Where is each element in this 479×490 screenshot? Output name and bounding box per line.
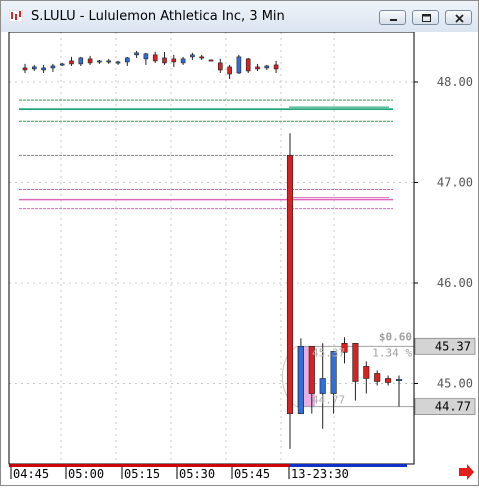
premarket-candle-body-18 [190, 54, 195, 58]
measure-high-text: 45.37 [312, 346, 345, 359]
price-label-text-1: 44.77 [435, 400, 471, 414]
measure-low-text: 44.77 [312, 394, 345, 407]
chart-window: S.LULU - Lululemon Athletica Inc, 3 Min … [0, 0, 479, 486]
measure-pct-text: 1.34 % [372, 346, 412, 359]
premarket-candle-body-22 [227, 66, 232, 75]
window-title: S.LULU - Lululemon Athletica Inc, 3 Min [31, 9, 285, 24]
premarket-candle-body-5 [69, 60, 74, 65]
premarket-candle-body-17 [180, 58, 186, 64]
time-tick-label-4: 05:45 [234, 467, 270, 481]
open-candle-body-8 [374, 373, 381, 382]
premarket-candle-body-1 [31, 66, 37, 70]
premarket-candle-body-24 [245, 58, 251, 72]
premarket-candle-body-21 [218, 62, 223, 71]
restore-button[interactable] [412, 10, 439, 25]
premarket-candle-body-13 [143, 53, 149, 60]
price-tick-label-3: 45.00 [437, 377, 473, 391]
premarket-candle-body-20 [208, 59, 214, 62]
premarket-candle-body-27 [273, 64, 279, 70]
title-bar[interactable]: S.LULU - Lululemon Athletica Inc, 3 Min [1, 1, 478, 33]
premarket-candle-body-7 [87, 58, 93, 64]
open-candle-body-7 [363, 366, 370, 379]
premarket-candle-body-6 [78, 57, 84, 65]
premarket-candle-body-2 [41, 67, 46, 71]
open-candle-body-9 [385, 378, 392, 383]
premarket-candle-body-8 [97, 60, 102, 63]
premarket-candle-body-25 [255, 66, 260, 70]
chart-app-icon [9, 10, 23, 22]
open-candle-body-10 [395, 379, 403, 381]
time-tick-label-0: 04:45 [13, 467, 49, 481]
premarket-candle-body-14 [152, 54, 158, 62]
close-icon [455, 14, 464, 23]
minimize-button[interactable] [379, 10, 406, 25]
premarket-candle-body-0 [22, 67, 28, 71]
premarket-candle-body-23 [236, 56, 242, 74]
premarket-candle-body-3 [50, 65, 56, 69]
restore-icon [422, 14, 431, 22]
premarket-candle-body-12 [134, 52, 139, 56]
open-candle-body-0 [286, 155, 294, 414]
time-tick-label-5: 13-23:30 [291, 467, 349, 481]
time-tick-label-2: 05:15 [124, 467, 160, 481]
open-candle-body-1 [297, 346, 304, 414]
open-candle-body-3 [319, 378, 326, 394]
premarket-candle-body-10 [115, 61, 121, 64]
premarket-candle-body-15 [162, 57, 167, 64]
measure-delta-text: $0.60 [379, 330, 412, 343]
price-label-text-0: 45.37 [435, 339, 471, 353]
close-button[interactable] [445, 10, 472, 25]
premarket-candle-body-19 [199, 56, 204, 59]
price-tick-label-2: 46.00 [437, 276, 473, 290]
premarket-candle-body-11 [125, 57, 130, 63]
price-tick-label-1: 47.00 [437, 176, 473, 190]
price-tick-label-0: 48.00 [437, 75, 473, 89]
chart-area[interactable]: 45.37 44.77 $0.60 1.34 % 48.00 47.00 46.00 45.… [1, 31, 478, 485]
premarket-candle-body-4 [59, 63, 65, 66]
price-chart[interactable]: 45.37 44.77 $0.60 1.34 % 48.00 47.00 46.00 45.… [1, 31, 478, 485]
premarket-candle-body-9 [106, 60, 111, 63]
minimize-icon [390, 19, 397, 21]
time-axis[interactable]: 04:45 05:00 05:15 05:30 05:45 13-23:30 [9, 464, 407, 481]
time-tick-label-1: 05:00 [68, 467, 104, 481]
open-candle-body-6 [352, 342, 359, 382]
premarket-candle-body-26 [264, 65, 270, 69]
time-tick-label-3: 05:30 [179, 467, 215, 481]
premarket-candle-body-16 [171, 58, 177, 63]
